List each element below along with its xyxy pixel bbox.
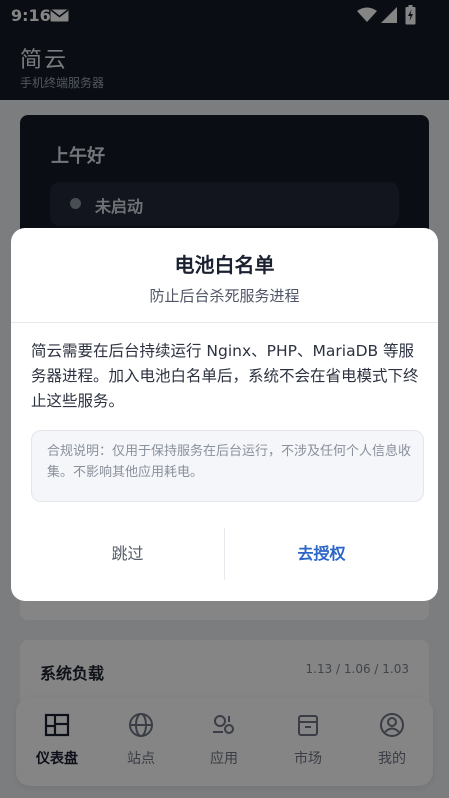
dialog-actions: 跳过 去授权 xyxy=(31,528,418,580)
dialog-title: 电池白名单 xyxy=(174,253,275,277)
dialog-subtitle: 防止后台杀死服务进程 xyxy=(149,287,300,305)
dialog-divider xyxy=(11,322,438,323)
compliance-note: 合规说明：仅用于保持服务在后台运行，不涉及任何个人信息收集。不影响其他应用耗电。 xyxy=(31,430,424,502)
battery-whitelist-dialog: 电池白名单 防止后台杀死服务进程 简云需要在后台持续运行 Nginx、PHP、M… xyxy=(11,228,438,601)
grant-button[interactable]: 去授权 xyxy=(225,528,418,580)
skip-button[interactable]: 跳过 xyxy=(31,528,224,580)
dialog-body: 简云需要在后台持续运行 Nginx、PHP、MariaDB 等服务器进程。加入电… xyxy=(31,342,419,410)
app-screen: 9:16 简云 手机终端服务器 上午好 未启动 系统负载 1.13 / 1.06… xyxy=(0,0,449,798)
